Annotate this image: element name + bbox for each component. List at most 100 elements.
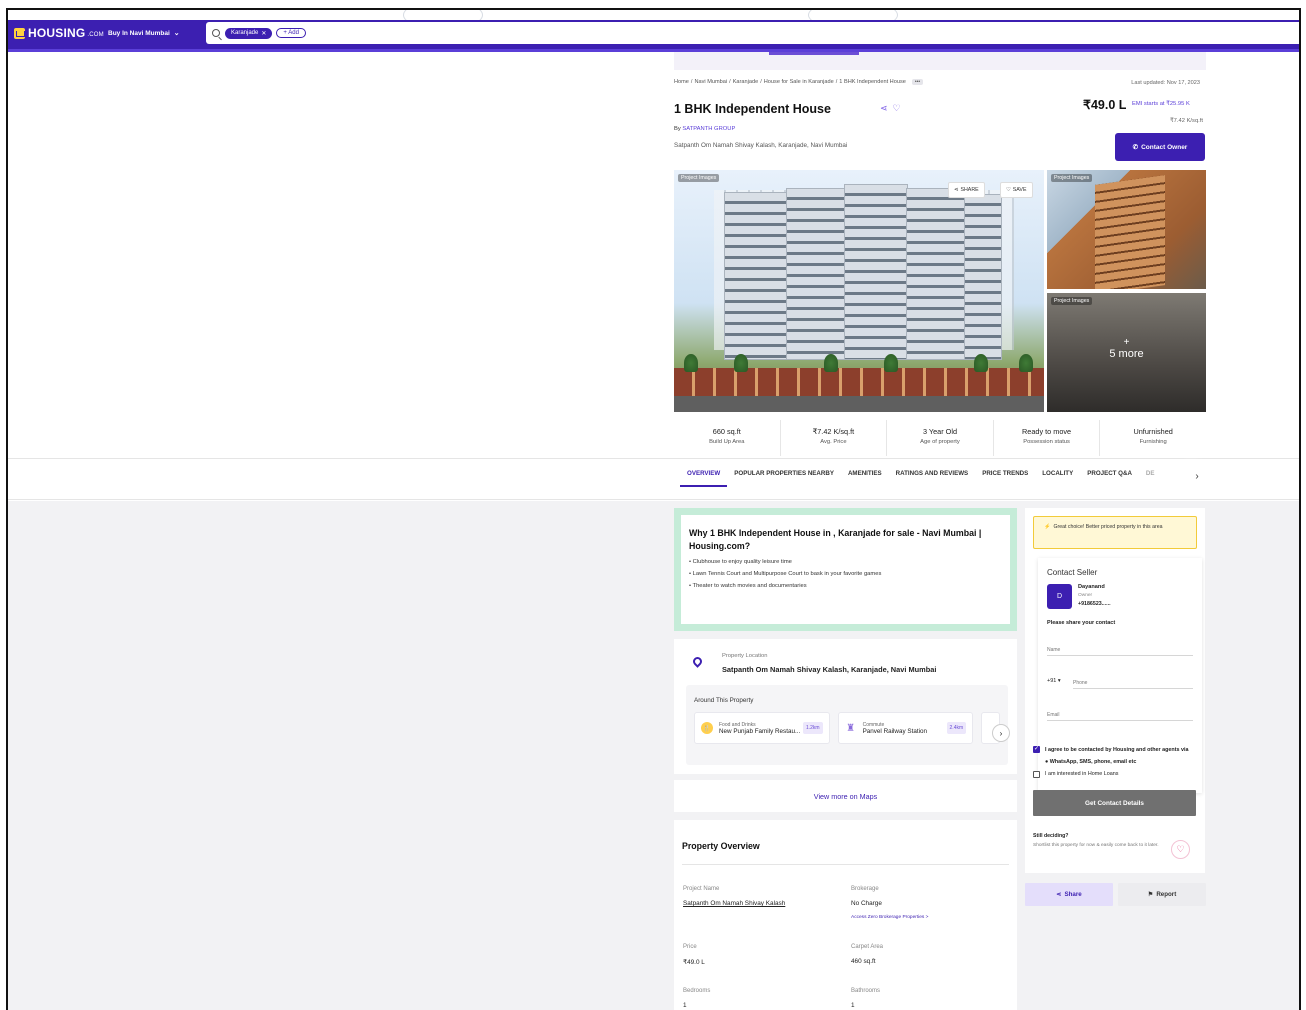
- fact-item: 660 sq.ft Build Up Area: [674, 420, 781, 456]
- agent-name: Dayanand: [1078, 584, 1105, 590]
- key-facts: 660 sq.ft Build Up Area ₹7.42 K/sq.ft Avg.…: [674, 420, 1206, 456]
- zero-brokerage-link[interactable]: Access Zero Brokerage Properties >: [851, 915, 928, 920]
- report-button[interactable]: ⚑ Report: [1118, 883, 1206, 906]
- fact-label: Build Up Area: [709, 439, 745, 445]
- why-buy-heading: Why 1 BHK Independent House in , Karanja…: [689, 528, 982, 551]
- plus-icon: +: [1123, 337, 1130, 348]
- image-label: Project Images: [1051, 297, 1093, 305]
- breadcrumb-category[interactable]: House for Sale in Karanjade: [764, 79, 834, 85]
- tab-details[interactable]: DE: [1139, 470, 1162, 487]
- overview-value: 1: [851, 1002, 855, 1009]
- overview-value: No Charge: [851, 900, 882, 907]
- view-maps-link[interactable]: View more on Maps: [674, 780, 1017, 812]
- name-field[interactable]: [1047, 640, 1193, 656]
- overview-value: 1: [683, 1002, 687, 1009]
- image-share-button[interactable]: ⋖ SHARE: [948, 182, 985, 198]
- heart-icon[interactable]: ♡: [893, 103, 901, 114]
- browser-viewport: HOUSING .COM Buy In Navi Mumbai ⌄ Karanj…: [6, 8, 1301, 1010]
- heart-icon: ♡: [1006, 187, 1011, 193]
- overview-value: 460 sq.ft: [851, 958, 876, 965]
- builder-byline: By SATPANTH GROUP: [674, 126, 735, 132]
- country-code-select[interactable]: +91 ▾: [1047, 678, 1061, 684]
- fact-value: 660 sq.ft: [712, 427, 741, 436]
- share-button[interactable]: ⋖ Share: [1025, 883, 1113, 906]
- poi-distance: 1.2km: [802, 722, 823, 734]
- fact-value: 3 Year Old: [922, 427, 958, 436]
- why-buy-content: Why 1 BHK Independent House in , Karanja…: [681, 515, 1010, 624]
- building-tower-image: [906, 188, 966, 360]
- last-updated: Last updated: Nov 17, 2023: [1131, 80, 1200, 86]
- why-buy-point: • Theater to watch movies and documentar…: [689, 583, 807, 589]
- chevron-right-icon[interactable]: ›: [1188, 463, 1206, 489]
- poi-list: 🍴 Food and Drinks New Punjab Family Rest…: [694, 712, 1000, 744]
- home-logo-icon: [14, 27, 25, 39]
- tree-image: [684, 354, 698, 372]
- still-deciding-subtitle: Shortlist this property for now & easily…: [1033, 843, 1159, 848]
- image-label: Project Images: [678, 174, 720, 182]
- top-navbar: HOUSING .COM Buy In Navi Mumbai ⌄ Karanj…: [8, 20, 1299, 52]
- overview-label: Bedrooms: [683, 988, 711, 994]
- breadcrumb-more-button[interactable]: •••: [911, 79, 924, 85]
- tab-price-trends[interactable]: PRICE TRENDS: [975, 470, 1035, 487]
- why-buy-point: • Clubhouse to enjoy quality leisure tim…: [689, 559, 792, 565]
- overview-label: Carpet Area: [851, 944, 884, 950]
- poi-card[interactable]: 🍴 Food and Drinks New Punjab Family Rest…: [694, 712, 830, 744]
- hero-banner-strip: [674, 52, 1206, 70]
- building-tower-image: [724, 192, 789, 360]
- overview-label: Project Name: [683, 886, 720, 892]
- road-image: [674, 396, 1044, 412]
- fact-item: Ready to move Possession status: [994, 420, 1101, 456]
- breadcrumb-city[interactable]: Navi Mumbai: [694, 79, 727, 85]
- phone-field[interactable]: [1073, 673, 1193, 689]
- whatsapp-icon: ●: [1045, 759, 1049, 765]
- image-save-label: SAVE: [1012, 187, 1027, 193]
- breadcrumb-home[interactable]: Home: [674, 79, 689, 85]
- locality-chip[interactable]: Karanjade ✕: [225, 27, 273, 39]
- share-icon[interactable]: ⋖: [880, 103, 888, 114]
- tab-project-qa[interactable]: PROJECT Q&A: [1080, 470, 1139, 487]
- tab-popular-nearby[interactable]: POPULAR PROPERTIES NEARBY: [727, 470, 841, 487]
- breadcrumb-locality[interactable]: Karanjade: [733, 79, 759, 85]
- tab-locality[interactable]: LOCALITY: [1035, 470, 1080, 487]
- overview-heading: Property Overview: [682, 841, 760, 851]
- price: ₹49.0 L: [1083, 98, 1127, 112]
- housing-logo[interactable]: HOUSING .COM: [14, 26, 104, 40]
- fact-label: Avg. Price: [820, 439, 847, 445]
- price-per-sqft: ₹7.42 K/sq.ft: [1169, 118, 1203, 124]
- home-loans-checkbox[interactable]: [1033, 771, 1040, 778]
- tab-overview[interactable]: OVERVIEW: [680, 470, 728, 487]
- search-icon: [212, 29, 220, 37]
- title-actions: ⋖ ♡: [880, 103, 901, 114]
- page-top-blank: [8, 10, 1299, 30]
- search-bar[interactable]: Karanjade ✕ + Add: [206, 22, 1299, 44]
- email-field[interactable]: [1047, 705, 1193, 721]
- shortlist-heart-icon[interactable]: ♡: [1171, 840, 1190, 859]
- add-locality-button[interactable]: + Add: [276, 28, 306, 38]
- emi-link[interactable]: EMI starts at ₹25.95 K: [1132, 101, 1190, 107]
- tab-amenities[interactable]: AMENITIES: [841, 470, 889, 487]
- more-images-thumb[interactable]: Project Images + 5 more: [1047, 293, 1206, 412]
- page-title: 1 BHK Independent House: [674, 102, 831, 116]
- project-name-link[interactable]: Satpanth Om Namah Shivay Kalash: [683, 900, 785, 907]
- overview-label: Price: [683, 944, 697, 950]
- image-save-button[interactable]: ♡ SAVE: [1000, 182, 1033, 198]
- fact-value: Unfurnished: [1133, 427, 1173, 436]
- get-contact-details-button[interactable]: Get Contact Details: [1033, 790, 1196, 816]
- agree-text-2: WhatsApp, SMS, phone, email etc: [1049, 759, 1137, 765]
- tree-image: [824, 354, 838, 372]
- around-heading: Around This Property: [694, 697, 754, 704]
- builder-link[interactable]: SATPANTH GROUP: [682, 126, 735, 132]
- poi-card[interactable]: ♜ Commute Panvel Railway Station 2.4km: [837, 712, 974, 744]
- train-icon: ♜: [846, 722, 856, 734]
- main-project-image[interactable]: Project Images ⋖ SHARE ♡ SAVE: [674, 170, 1044, 412]
- image-label: Project Images: [1051, 174, 1093, 182]
- contact-owner-button[interactable]: ✆ Contact Owner: [1115, 133, 1205, 161]
- buy-city-dropdown[interactable]: Buy In Navi Mumbai ⌄: [108, 29, 180, 38]
- chevron-right-icon[interactable]: ›: [992, 724, 1010, 742]
- contact-owner-label: Contact Owner: [1141, 143, 1188, 151]
- tab-ratings[interactable]: RATINGS AND REVIEWS: [889, 470, 976, 487]
- fact-label: Possession status: [1023, 439, 1070, 445]
- project-image-thumb-1[interactable]: Project Images: [1047, 170, 1206, 289]
- great-choice-text: Great choice! Better priced property in …: [1053, 524, 1163, 530]
- close-icon[interactable]: ✕: [261, 30, 266, 37]
